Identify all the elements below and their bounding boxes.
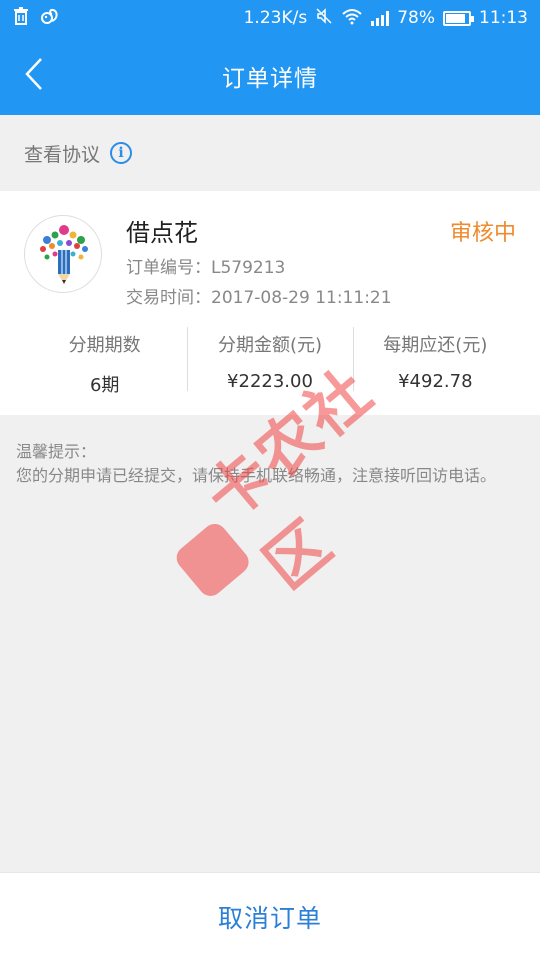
stat-label: 每期应还(元): [383, 335, 488, 356]
trash-icon: [12, 6, 30, 30]
nav-bar: 订单详情: [0, 36, 540, 115]
clock: 11:13: [479, 8, 528, 28]
pencil-tree-logo-icon: [40, 225, 88, 284]
order-card: 借点花 审核中 订单编号：L579213 交易时间：2017-08-29 11:…: [0, 191, 540, 415]
stat-value: ¥2223.00: [227, 371, 313, 392]
stat-per-period: 每期应还(元) ¥492.78: [352, 327, 518, 392]
signal-icon: [371, 10, 390, 26]
agreement-label: 查看协议: [24, 143, 101, 166]
cancel-order-button[interactable]: 取消订单: [0, 872, 540, 960]
back-button[interactable]: [14, 54, 54, 98]
cancel-order-label: 取消订单: [217, 903, 322, 933]
battery-icon: [443, 10, 474, 26]
stat-label: 分期期数: [68, 335, 141, 356]
mute-icon: [315, 7, 333, 30]
stat-amount: 分期金额(元) ¥2223.00: [187, 327, 352, 392]
stat-label: 分期金额(元): [217, 335, 323, 356]
watermark-logo-icon: [171, 519, 254, 601]
chevron-left-icon: [23, 57, 45, 95]
status-bar: 1.23K/s 78% 11:13: [0, 0, 540, 36]
notice-title: 温馨提示：: [16, 442, 97, 461]
status-badge: 审核中: [449, 221, 516, 246]
product-logo: [24, 215, 102, 293]
stat-value: 6期: [89, 375, 120, 396]
order-number: 订单编号：L579213: [126, 258, 286, 278]
notice: 温馨提示： 您的分期申请已经提交，请保持手机联络畅通，注意接听回访电话。: [16, 440, 528, 488]
squirrel-icon: [40, 7, 60, 30]
view-agreement-link[interactable]: 查看协议 i: [0, 115, 540, 191]
product-name: 借点花: [126, 219, 198, 247]
network-speed: 1.23K/s: [243, 8, 308, 28]
page-title: 订单详情: [222, 65, 318, 92]
stat-value: ¥492.78: [398, 371, 473, 392]
battery-fill: [446, 13, 465, 23]
notice-body: 您的分期申请已经提交，请保持手机联络畅通，注意接听回访电话。: [16, 466, 497, 485]
wifi-icon: [341, 7, 363, 30]
info-icon[interactable]: i: [110, 142, 133, 164]
battery-percent: 78%: [397, 8, 435, 28]
transaction-time: 交易时间：2017-08-29 11:11:21: [126, 288, 392, 308]
installment-stats: 分期期数 6期 分期金额(元) ¥2223.00 每期应还(元) ¥492.78: [22, 327, 518, 396]
stat-periods: 分期期数 6期: [22, 327, 187, 396]
